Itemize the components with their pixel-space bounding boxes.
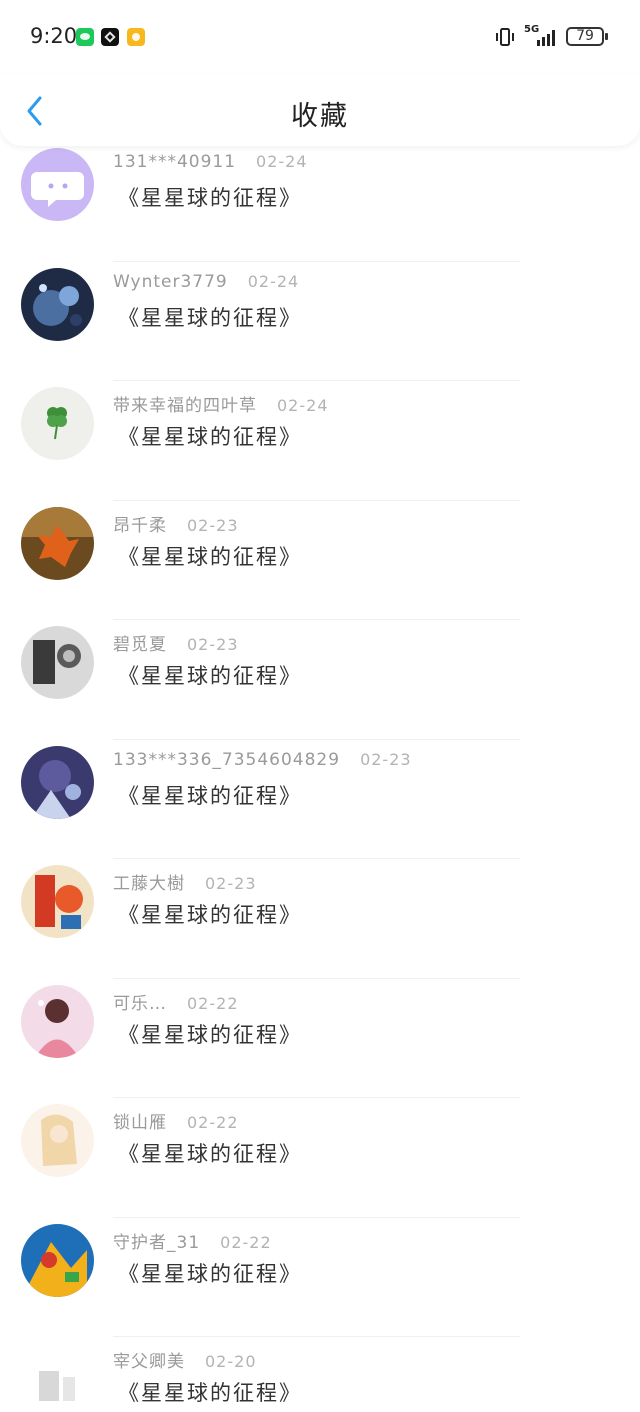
avatar[interactable] (21, 267, 94, 341)
item-meta: 宰父卿美 02-20 (113, 1347, 257, 1372)
user-name: 宰父卿美 (113, 1352, 185, 1372)
battery-icon: 79 (566, 27, 608, 46)
list-item[interactable]: 守护者_31 02-22 《星星球的征程》 (0, 1218, 640, 1337)
list-item[interactable]: 锁山雁 02-22 《星星球的征程》 (0, 1098, 640, 1218)
item-date: 02-24 (247, 271, 300, 291)
avatar[interactable] (21, 506, 94, 580)
user-name: 锁山雁 (113, 1113, 167, 1133)
header: 收藏 (0, 74, 640, 146)
item-meta: 工藤大樹 02-23 (113, 869, 257, 894)
item-date: 02-23 (187, 635, 239, 654)
item-meta: 碧觅夏 02-23 (113, 630, 239, 655)
list-item[interactable]: 131***40911 02-24 《星星球的征程》 (0, 146, 640, 262)
list-item[interactable]: 碧觅夏 02-23 《星星球的征程》 (0, 620, 640, 740)
user-name: 带来幸福的四叶草 (113, 396, 257, 416)
item-title[interactable]: 《星星球的征程》 (118, 899, 302, 929)
item-date: 02-20 (205, 1352, 257, 1371)
wechat-icon (76, 28, 94, 46)
notes-icon (127, 28, 145, 46)
avatar[interactable] (21, 1104, 94, 1177)
signal-icon (537, 30, 555, 46)
avatar[interactable] (21, 1343, 94, 1412)
battery-level: 79 (576, 28, 594, 44)
user-name: 碧觅夏 (113, 635, 167, 655)
item-meta: 131***40911 02-24 (113, 152, 308, 172)
list-item[interactable]: 133***336_7354604829 02-23 《星星球的征程》 (0, 740, 640, 859)
item-date: 02-24 (256, 152, 308, 171)
item-date: 02-23 (360, 749, 412, 769)
item-meta: 昂千柔 02-23 (113, 511, 239, 536)
item-title[interactable]: 《星星球的征程》 (118, 1138, 302, 1168)
item-meta: 带来幸福的四叶草 02-24 (113, 391, 329, 416)
item-meta: 133***336_7354604829 02-23 (113, 750, 412, 770)
item-meta: Wynter3779 02-24 (113, 272, 299, 292)
item-title[interactable]: 《星星球的征程》 (118, 1019, 302, 1049)
page-title: 收藏 (291, 101, 349, 132)
status-bar: 9:20 5G 79 (0, 0, 640, 74)
item-title[interactable]: 《星星球的征程》 (118, 182, 302, 212)
item-date: 02-23 (205, 874, 257, 893)
list-item[interactable]: Wynter3779 02-24 《星星球的征程》 (0, 262, 640, 381)
favorites-list[interactable]: 131***40911 02-24 《星星球的征程》 Wynter3779 02-24 《… (0, 146, 640, 1412)
list-item[interactable]: 昂千柔 02-23 《星星球的征程》 (0, 501, 640, 620)
user-name: 昂千柔 (113, 515, 167, 536)
item-date: 02-22 (220, 1232, 272, 1252)
item-meta: 守护者_31 02-22 (113, 1228, 272, 1253)
list-item[interactable]: 带来幸福的四叶草 02-24 《星星球的征程》 (0, 381, 640, 501)
avatar[interactable] (21, 626, 94, 699)
user-name: 守护者_31 (113, 1232, 201, 1253)
user-name: 工藤大樹 (113, 874, 185, 894)
avatar[interactable] (21, 984, 94, 1058)
item-title[interactable]: 《星星球的征程》 (118, 1377, 302, 1407)
vibrate-icon (496, 28, 514, 46)
user-name: 131***40911 (113, 152, 237, 172)
list-item[interactable]: 可乐… 02-22 《星星球的征程》 (0, 979, 640, 1098)
favorites-list-inner: 131***40911 02-24 《星星球的征程》 Wynter3779 02-24 《… (0, 146, 640, 1412)
user-name: 133***336_7354604829 (113, 749, 341, 770)
item-meta: 锁山雁 02-22 (113, 1108, 239, 1133)
avatar[interactable] (21, 865, 94, 938)
list-item[interactable]: 工藤大樹 02-23 《星星球的征程》 (0, 859, 640, 979)
status-time: 9:20 (30, 24, 78, 48)
item-title[interactable]: 《星星球的征程》 (118, 660, 302, 690)
avatar[interactable] (21, 1223, 94, 1297)
avatar[interactable] (21, 745, 94, 819)
item-title[interactable]: 《星星球的征程》 (118, 421, 302, 451)
item-title[interactable]: 《星星球的征程》 (118, 1258, 302, 1288)
item-date: 02-22 (187, 993, 239, 1013)
item-title[interactable]: 《星星球的征程》 (118, 780, 302, 810)
item-date: 02-22 (187, 1113, 239, 1132)
list-item[interactable]: 宰父卿美 02-20 《星星球的征程》 (0, 1337, 640, 1412)
item-title[interactable]: 《星星球的征程》 (118, 302, 302, 332)
user-name: Wynter3779 (113, 271, 228, 292)
avatar[interactable] (21, 148, 94, 221)
item-date: 02-23 (187, 515, 239, 535)
avatar[interactable] (21, 387, 94, 460)
item-date: 02-24 (277, 396, 329, 415)
user-name: 可乐… (113, 993, 167, 1014)
item-title[interactable]: 《星星球的征程》 (118, 541, 302, 571)
item-meta: 可乐… 02-22 (113, 989, 239, 1014)
capcut-icon (101, 28, 119, 46)
